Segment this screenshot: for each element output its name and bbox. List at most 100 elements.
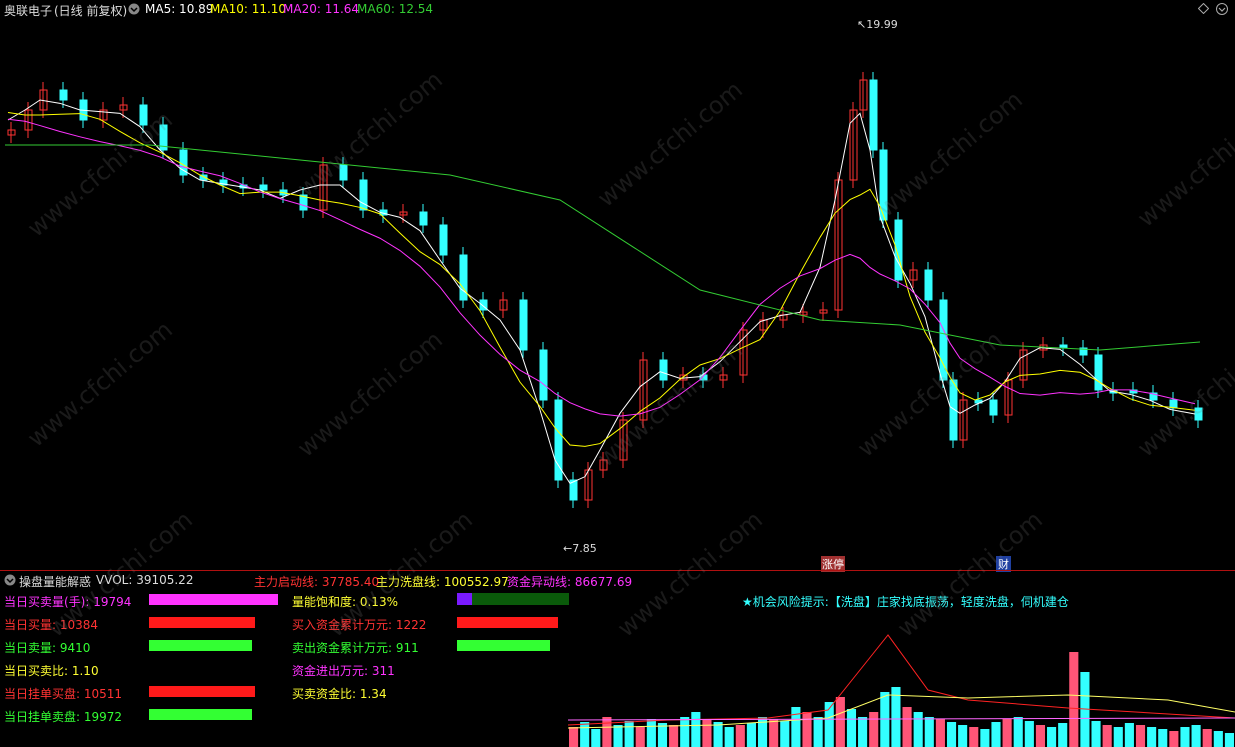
ma60-line — [5, 144, 1201, 351]
indicator-header: 操盘量能解惑 VVOL: 39105.22 主力启动线: 37785.40 主力… — [0, 572, 1235, 589]
volume-bar — [902, 707, 912, 747]
volume-bar — [1180, 727, 1190, 747]
volume-bar — [1069, 652, 1079, 747]
volume-bar — [858, 717, 868, 747]
volume-bar — [735, 725, 745, 747]
volume-bar — [924, 717, 934, 747]
chevron-down-icon[interactable] — [128, 3, 140, 18]
volume-bar — [769, 719, 779, 747]
volume-bar — [958, 725, 968, 747]
volume-bar — [1102, 725, 1112, 747]
volume-bar — [669, 725, 679, 747]
volume-bar — [635, 727, 645, 747]
sell-money-bar — [457, 640, 550, 651]
volume-bar — [869, 712, 879, 747]
chart-header: 奥联电子 (日线 前复权) MA5: 10.89 MA10: 11.10 MA2… — [0, 0, 1235, 18]
total-volume-bar — [149, 594, 278, 605]
stat-money-ratio: 买卖资金比: 1.34 — [292, 687, 387, 701]
volume-bar — [724, 727, 734, 747]
period-label[interactable]: (日线 前复权) — [54, 2, 127, 19]
stat-net-money: 资金进出万元: 311 — [292, 664, 395, 678]
volume-bar — [680, 717, 690, 747]
volume-bar — [1135, 725, 1146, 747]
chevron-down-icon[interactable] — [4, 574, 16, 589]
candle-body — [539, 349, 548, 401]
candle-body — [869, 79, 878, 151]
candle-body — [59, 89, 68, 101]
stat-buy-sell-ratio: 当日买卖比: 1.10 — [4, 664, 99, 678]
volume-bar — [969, 727, 979, 747]
diamond-icon[interactable] — [1197, 2, 1210, 17]
volume-bar — [1035, 725, 1046, 747]
volume-bar — [1091, 721, 1101, 747]
volume-bar — [1002, 719, 1012, 747]
panel-divider — [0, 570, 1235, 571]
volume-bar — [580, 722, 590, 747]
volume-bar — [980, 729, 990, 747]
volume-bar — [591, 729, 601, 747]
zijin-yidong-value: 资金异动线: 86677.69 — [507, 575, 633, 589]
ma10-value: MA10: 11.10 — [210, 2, 287, 16]
volume-bar — [913, 712, 923, 747]
volume-bar — [624, 721, 634, 747]
buy-volume-bar — [149, 617, 255, 628]
volume-bar — [991, 722, 1001, 747]
stock-name[interactable]: 奥联电子 — [4, 2, 52, 19]
volume-bar — [1191, 725, 1201, 747]
volume-bar — [1169, 731, 1179, 747]
ma20-value: MA20: 11.64 — [283, 2, 360, 16]
buy-money-bar — [457, 617, 558, 628]
volume-bar — [1124, 723, 1134, 747]
bid-orders-bar — [149, 686, 255, 697]
ask-orders-bar — [149, 709, 252, 720]
volume-bar — [1202, 729, 1212, 747]
volume-bar — [613, 725, 623, 747]
volume-bar — [846, 709, 857, 747]
candle-body — [419, 211, 428, 226]
candle-body — [259, 184, 268, 191]
volume-bar — [1224, 733, 1234, 747]
candle-body — [989, 399, 998, 416]
stat-sell-volume: 当日卖量: 9410 — [4, 641, 91, 655]
candle-body — [554, 399, 563, 481]
stat-bid-orders: 当日挂单买盘: 10511 — [4, 687, 123, 701]
volume-bar — [713, 722, 723, 747]
volume-bar — [1213, 731, 1223, 747]
volume-ma-magenta — [568, 717, 1235, 721]
volume-bar — [569, 727, 579, 747]
volume-bar — [835, 697, 845, 747]
candle-body — [659, 359, 668, 381]
candle-body — [359, 179, 368, 211]
volume-bar — [702, 719, 712, 747]
volume-bar — [891, 687, 901, 747]
ma60-value: MA60: 12.54 — [357, 2, 434, 16]
volume-bar — [1158, 729, 1168, 747]
candle-body — [1094, 354, 1103, 391]
candle-body — [439, 224, 448, 256]
volume-bar — [1113, 727, 1123, 747]
volume-bar — [746, 723, 756, 747]
volume-bar — [802, 712, 812, 747]
volume-bar — [691, 712, 701, 747]
chevron-down-icon[interactable] — [1216, 3, 1228, 18]
volume-bar — [602, 717, 612, 747]
candle-body — [924, 269, 933, 301]
volume-bar — [1024, 721, 1034, 747]
saturation-bar — [457, 593, 472, 605]
candle-body — [519, 299, 528, 351]
volume-ma-yellow — [568, 694, 1235, 729]
volume-bar — [1047, 727, 1057, 747]
volume-ma-red — [568, 634, 1235, 726]
candle-body — [1059, 344, 1068, 349]
volume-bar — [791, 707, 801, 747]
volume-bar — [1147, 727, 1157, 747]
volume-bar — [646, 719, 656, 747]
volume-bar — [813, 717, 823, 747]
volume-bar — [935, 719, 945, 747]
volume-bar — [1058, 723, 1068, 747]
ma5-value: MA5: 10.89 — [145, 2, 214, 16]
volume-bar — [1013, 717, 1023, 747]
candlestick-chart[interactable] — [0, 18, 1235, 570]
stat-sell-money: 卖出资金累计万元: 911 — [292, 641, 419, 655]
volume-bar — [946, 722, 957, 747]
